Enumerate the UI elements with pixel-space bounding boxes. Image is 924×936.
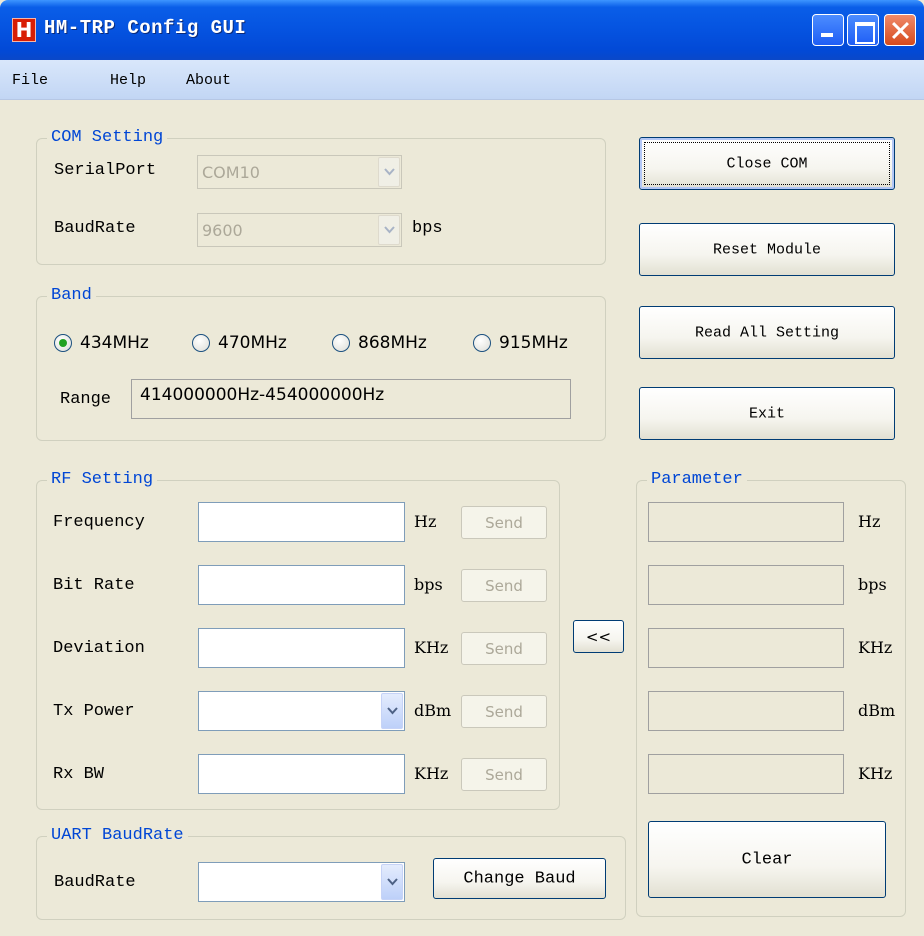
param-tx-power-field [648,691,844,731]
param-deviation-field [648,628,844,668]
close-com-button[interactable]: Close COM [639,137,895,190]
copy-params-button[interactable]: << [573,620,624,653]
rx-bw-input[interactable] [198,754,405,794]
radio-470mhz[interactable] [192,334,210,352]
reset-module-button[interactable]: Reset Module [639,223,895,276]
bit-rate-send-button[interactable]: Send [461,569,547,602]
radio-915mhz-label: 915MHz [499,333,568,353]
close-window-button[interactable] [884,14,916,46]
chevron-down-icon[interactable] [381,864,403,900]
chevron-down-icon[interactable] [378,157,400,187]
radio-915mhz[interactable] [473,334,491,352]
radio-434mhz[interactable] [54,334,72,352]
menu-help[interactable]: Help [110,72,146,89]
deviation-label: Deviation [53,639,145,658]
frequency-input[interactable] [198,502,405,542]
deviation-send-button[interactable]: Send [461,632,547,665]
menu-about[interactable]: About [186,72,231,89]
param-frequency-unit: Hz [858,512,881,531]
param-rx-bw-field [648,754,844,794]
param-bit-rate-field [648,565,844,605]
clear-button[interactable]: Clear [648,821,886,898]
minimize-button[interactable] [812,14,844,46]
com-setting-title: COM Setting [47,128,168,148]
exit-button[interactable]: Exit [639,387,895,440]
bit-rate-label: Bit Rate [53,576,135,595]
uart-baudrate-select[interactable] [198,862,405,902]
radio-470mhz-label: 470MHz [218,333,287,353]
uart-baudrate-title: UART BaudRate [47,826,188,846]
chevron-down-icon[interactable] [378,215,400,245]
frequency-send-button[interactable]: Send [461,506,547,539]
window-title: HM-TRP Config GUI [44,17,247,39]
menu-bar: File Help About [0,60,924,100]
range-field: 414000000Hz-454000000Hz [131,379,571,419]
radio-868mhz-label: 868MHz [358,333,427,353]
rf-setting-title: RF Setting [47,470,158,490]
serial-port-value: COM10 [202,163,260,182]
radio-868mhz[interactable] [332,334,350,352]
bit-rate-unit: bps [414,575,443,594]
serial-port-select[interactable]: COM10 [197,155,402,189]
frequency-unit: Hz [414,512,437,531]
band-group: Band [36,286,606,441]
app-logo-icon: H [12,18,36,42]
range-value: 414000000Hz-454000000Hz [140,385,385,405]
frequency-label: Frequency [53,513,145,532]
tx-power-label: Tx Power [53,702,135,721]
param-deviation-unit: KHz [858,638,893,657]
tx-power-select[interactable] [198,691,405,731]
app-window: H HM-TRP Config GUI File Help About COM … [0,0,924,936]
rx-bw-unit: KHz [414,764,449,783]
range-label: Range [60,390,112,409]
uart-baudrate-label: BaudRate [54,873,136,892]
bit-rate-input[interactable] [198,565,405,605]
tx-power-send-button[interactable]: Send [461,695,547,728]
chevron-down-icon[interactable] [381,693,403,729]
baudrate-unit: bps [412,219,443,238]
rx-bw-label: Rx BW [53,765,105,784]
baudrate-label: BaudRate [54,219,136,238]
maximize-button[interactable] [847,14,879,46]
title-bar[interactable]: H HM-TRP Config GUI [0,0,924,60]
deviation-unit: KHz [414,638,449,657]
param-bit-rate-unit: bps [858,575,887,594]
change-baud-button[interactable]: Change Baud [433,858,606,899]
radio-434mhz-label: 434MHz [80,333,149,353]
tx-power-unit: dBm [414,701,452,720]
menu-file[interactable]: File [12,72,48,89]
deviation-input[interactable] [198,628,405,668]
serial-port-label: SerialPort [54,161,157,180]
param-frequency-field [648,502,844,542]
read-all-setting-button[interactable]: Read All Setting [639,306,895,359]
parameter-title: Parameter [647,470,747,490]
param-rx-bw-unit: KHz [858,764,893,783]
rx-bw-send-button[interactable]: Send [461,758,547,791]
param-tx-power-unit: dBm [858,701,896,720]
band-title: Band [47,286,96,306]
baudrate-value: 9600 [202,221,243,240]
baudrate-select[interactable]: 9600 [197,213,402,247]
